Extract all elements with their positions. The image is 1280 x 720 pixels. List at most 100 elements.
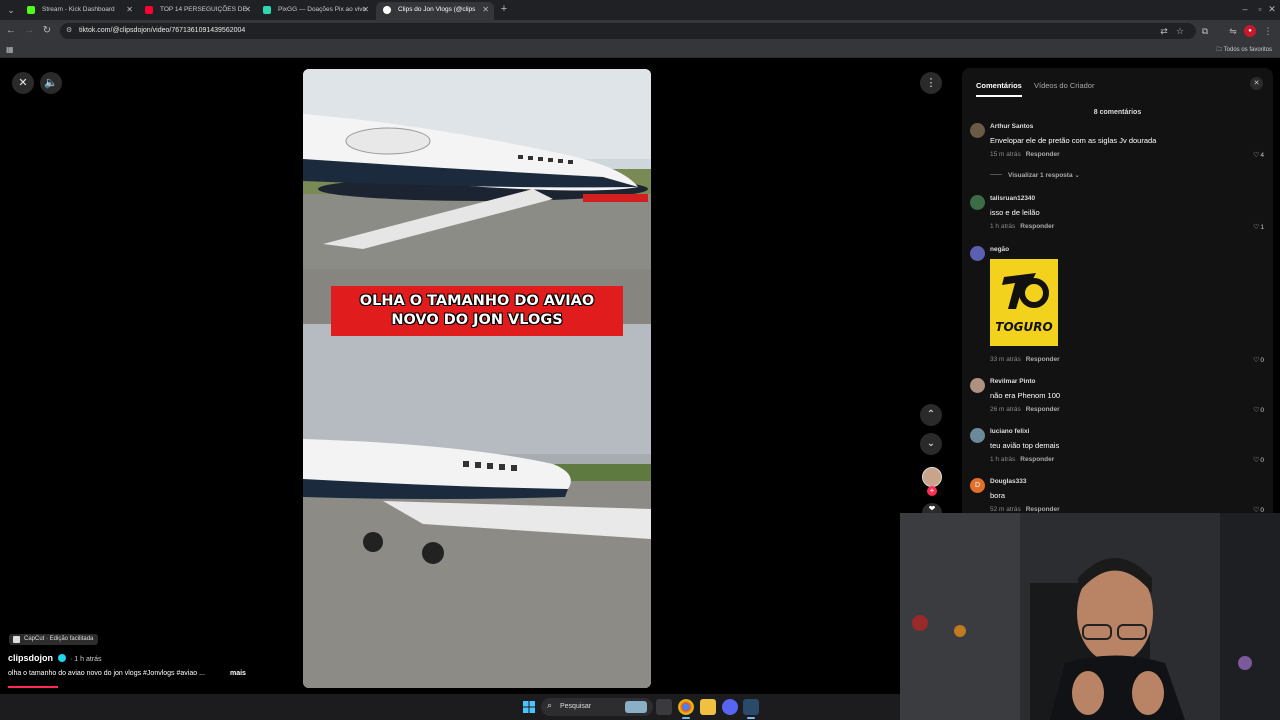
browser-toolbar: ← → ↻ ⚙ tiktok.com/@clipsdojon/video/767… [0,20,1280,42]
comment-like-button[interactable]: ♡1 [1253,223,1264,231]
address-bar[interactable]: ⚙ tiktok.com/@clipsdojon/video/767136109… [60,23,1196,39]
tab-title: TOP 14 PERSEGUIÇÕES DE 1 [160,6,250,13]
apps-grid-icon[interactable]: ▦ [6,45,14,54]
comment-like-button[interactable]: ♡4 [1253,151,1264,159]
webcam-feed [900,513,1280,720]
next-video-button[interactable]: ⌄ [920,433,942,455]
comment-meta: 26 m atrás Responder [990,406,1060,413]
all-bookmarks-folder[interactable]: 🗀 Todos os favoritos [1216,42,1272,58]
post-time: · 1 h atrás [70,656,102,663]
comment-username[interactable]: Revilmar Pinto [990,378,1036,385]
forward-icon[interactable]: → [22,24,36,38]
close-icon[interactable]: ✕ [244,2,251,18]
avatar[interactable] [970,378,985,393]
file-explorer-icon[interactable] [700,699,716,715]
comment-like-button[interactable]: ♡0 [1253,356,1264,364]
reply-button[interactable]: Responder [1026,406,1060,413]
tab-kick-dashboard[interactable]: Stream - Kick Dashboard ✕ [20,2,138,20]
video-caption-text: OLHA O TAMANHO DO AVIAO NOVO DO JON VLOG… [359,293,595,328]
comment-item: talisruan12340 isso e de leilão 1 h atrá… [970,195,1266,231]
comment-time: 15 m atrás [990,151,1021,158]
window-close-icon[interactable]: ✕ [1262,2,1280,16]
tab-creator-videos[interactable]: Vídeos do Criador [1034,81,1094,90]
comment-username[interactable]: talisruan12340 [990,195,1035,202]
streaming-app-icon[interactable] [743,699,759,715]
youtube-favicon-icon [145,6,153,14]
close-icon[interactable]: ✕ [482,2,489,18]
avatar[interactable]: D [970,478,985,493]
tab-title: Stream - Kick Dashboard [42,6,115,13]
comment-username[interactable]: Douglas333 [990,478,1027,485]
close-icon[interactable]: ✕ [362,2,369,18]
more-menu-icon[interactable]: ⋮ [1262,25,1274,37]
comment-time: 26 m atrás [990,406,1021,413]
comment-item: negão TOGURO 33 m atrás Responder ♡0 [970,246,1266,366]
translate-icon[interactable]: ⇄ [1158,25,1170,37]
windows-start-icon[interactable] [523,701,535,713]
avatar[interactable] [970,195,985,210]
comment-meta: 1 h atrás Responder [990,456,1054,463]
windows-taskbar: ⌕ Pesquisar [0,694,900,720]
profile-avatar-icon[interactable]: ● [1244,25,1256,37]
tab-pixgg[interactable]: PixGG — Doações Pix ao vivo p ✕ [256,2,374,20]
video-author-line: clipsdojon · 1 h atrás [8,653,102,663]
heart-icon: ♡ [1253,224,1260,231]
creator-avatar[interactable] [922,467,942,487]
video-player[interactable]: OLHA O TAMANHO DO AVIAO NOVO DO JON VLOG… [303,69,651,688]
previous-video-button[interactable]: ⌃ [920,404,942,426]
reply-button[interactable]: Responder [1020,223,1054,230]
reload-icon[interactable]: ↻ [40,24,54,38]
reply-button[interactable]: Responder [1026,506,1060,513]
reply-button[interactable]: Responder [1026,151,1060,158]
volume-button[interactable]: 🔈 [40,72,62,94]
more-options-button[interactable]: ⋮ [920,72,942,94]
reply-button[interactable]: Responder [1026,356,1060,363]
capcut-badge[interactable]: CapCut · Edição facilitada [9,634,99,645]
tab-comments[interactable]: Comentários [976,81,1022,97]
close-icon[interactable]: ✕ [126,2,133,18]
comment-like-button[interactable]: ♡0 [1253,456,1264,464]
close-icon[interactable]: ✕ [1250,77,1263,90]
more-description-button[interactable]: mais [230,670,246,677]
view-replies-button[interactable]: Visualizar 1 resposta ⌄ [990,171,1080,179]
heart-icon: ♡ [1253,357,1260,364]
author-name[interactable]: clipsdojon [8,653,53,663]
like-count: 0 [1260,357,1264,364]
search-placeholder: Pesquisar [560,703,592,710]
capcut-icon [13,636,20,643]
profile-switch-icon[interactable]: ⇋ [1227,25,1239,37]
back-icon[interactable]: ← [4,24,18,38]
extensions-icon[interactable]: ⧉ [1199,25,1211,37]
comment-username[interactable]: Arthur Santos [990,123,1033,130]
comment-username[interactable]: negão [990,246,1009,253]
comment-username[interactable]: luciano felixi [990,428,1029,435]
tab-search-icon[interactable]: ⌄ [4,3,18,17]
comment-sticker-image[interactable]: TOGURO [990,259,1058,346]
heart-icon: ♡ [1253,152,1260,159]
video-progress-bar[interactable] [8,686,58,688]
avatar[interactable] [970,428,985,443]
comment-text: Envelopar ele de pretão com as siglas Jv… [990,136,1157,145]
video-description: olha o tamanho do aviao novo do jon vlog… [8,670,205,677]
site-info-icon[interactable]: ⚙ [66,26,75,36]
bookmarks-bar: ▦ 🗀 Todos os favoritos [0,42,1280,58]
discord-icon[interactable] [722,699,738,715]
new-tab-icon[interactable]: + [497,2,511,16]
chrome-icon[interactable] [678,699,694,715]
taskbar-search[interactable]: ⌕ Pesquisar [541,698,653,716]
comment-like-button[interactable]: ♡0 [1253,406,1264,414]
comment-item: luciano felixi teu avião top demais 1 h … [970,428,1266,464]
follow-plus-icon[interactable]: + [927,486,937,496]
avatar[interactable] [970,246,985,261]
tab-youtube-video[interactable]: TOP 14 PERSEGUIÇÕES DE 1 ✕ [138,2,256,20]
bookmark-star-icon[interactable]: ☆ [1174,25,1186,37]
avatar[interactable] [970,123,985,138]
tab-tiktok-clips[interactable]: Clips do Jon Vlogs (@clips ✕ [376,2,494,20]
reply-button[interactable]: Responder [1020,456,1054,463]
webcam-overlay [900,513,1280,720]
heart-icon: ♡ [1253,457,1260,464]
tab-title: PixGG — Doações Pix ao vivo p [278,6,368,13]
divider [990,174,1002,175]
close-viewer-button[interactable]: ✕ [12,72,34,94]
task-view-icon[interactable] [656,699,672,715]
